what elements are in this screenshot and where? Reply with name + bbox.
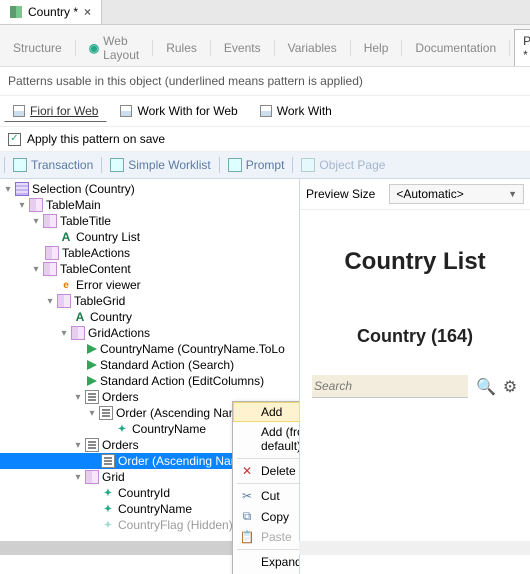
attribute-icon: ✦: [101, 518, 115, 532]
tree-tabletitle[interactable]: ▾TableTitle: [0, 213, 299, 229]
close-icon[interactable]: ×: [84, 5, 91, 19]
toolbar-prompt[interactable]: Prompt: [222, 155, 291, 175]
flag-icon: [87, 376, 97, 386]
text-icon: A: [73, 310, 87, 324]
menu-add-from-default[interactable]: Add (from default)▶: [233, 422, 300, 456]
apply-pattern-label: Apply this pattern on save: [27, 132, 165, 146]
collapse-icon[interactable]: ▾: [16, 200, 28, 211]
tab-variables[interactable]: Variables: [279, 29, 346, 66]
table-icon: [71, 326, 85, 340]
menu-paste: 📋PasteCTRL+V: [233, 527, 300, 547]
pattern-work-with[interactable]: Work With: [251, 100, 341, 122]
collapse-icon[interactable]: ▾: [72, 472, 84, 483]
table-icon: [45, 246, 59, 260]
patterns-description: Patterns usable in this object (underlin…: [0, 67, 530, 96]
menu-expand-all[interactable]: Expand All: [233, 552, 300, 572]
pattern-icon: [13, 105, 25, 117]
table-icon: [57, 294, 71, 308]
menu-copy[interactable]: ⧉CopyCTRL+C: [233, 506, 300, 527]
text-icon: A: [59, 230, 73, 244]
grid-icon: [85, 470, 99, 484]
tree-standard-action-search[interactable]: Standard Action (Search): [0, 357, 299, 373]
worklist-icon: [110, 158, 124, 172]
file-tab-label: Country *: [28, 5, 78, 19]
selection-icon: [15, 182, 29, 196]
tab-web-layout[interactable]: ◉Web Layout: [80, 29, 149, 66]
collapse-icon[interactable]: ▾: [72, 440, 84, 451]
toolbar-simple-worklist[interactable]: Simple Worklist: [104, 155, 216, 175]
preview-size-dropdown[interactable]: <Automatic> ▼: [389, 184, 524, 204]
tree-standard-action-editcolumns[interactable]: Standard Action (EditColumns): [0, 373, 299, 389]
delete-icon: ✕: [239, 464, 255, 478]
flag-icon: [87, 344, 97, 354]
pattern-fiori-for-web[interactable]: Fiori for Web: [4, 100, 107, 122]
apply-pattern-checkbox[interactable]: ✓: [8, 133, 21, 146]
paste-icon: 📋: [239, 530, 255, 544]
preview-title: Country List: [308, 248, 522, 276]
toolbar-transaction[interactable]: Transaction: [7, 155, 99, 175]
preview-size-label: Preview Size: [306, 187, 375, 201]
search-icon[interactable]: 🔍: [476, 377, 494, 397]
pattern-icon: [260, 105, 272, 117]
search-input[interactable]: Search: [312, 375, 468, 398]
tab-documentation[interactable]: Documentation: [406, 29, 505, 66]
collapse-icon[interactable]: ▾: [44, 296, 56, 307]
orders-icon: [85, 390, 99, 404]
tree-tablemain[interactable]: ▾TableMain: [0, 197, 299, 213]
transaction-icon: [10, 6, 22, 18]
transaction-icon: [13, 158, 27, 172]
pattern-work-with-for-web[interactable]: Work With for Web: [111, 100, 246, 122]
tab-structure[interactable]: Structure: [4, 29, 71, 66]
collapse-icon[interactable]: ▾: [30, 216, 42, 227]
table-icon: [29, 198, 43, 212]
pattern-icon: [120, 105, 132, 117]
collapse-icon[interactable]: ▾: [2, 184, 14, 195]
table-icon: [43, 214, 57, 228]
context-menu: Add▶ Add (from default)▶ ✕DeleteSUPR ✂Cu…: [232, 401, 300, 574]
chevron-down-icon: ▼: [508, 189, 517, 199]
tree-countryname-tolo[interactable]: CountryName (CountryName.ToLo: [0, 341, 299, 357]
tab-events[interactable]: Events: [215, 29, 270, 66]
order-icon: [101, 454, 115, 468]
globe-icon: ◉: [89, 41, 99, 55]
prompt-icon: [228, 158, 242, 172]
menu-add[interactable]: Add▶: [233, 402, 300, 422]
cut-icon: ✂: [239, 489, 255, 503]
objectpage-icon: [301, 158, 315, 172]
order-icon: [99, 406, 113, 420]
attribute-icon: ✦: [115, 422, 129, 436]
attribute-icon: ✦: [101, 502, 115, 516]
tree-gridactions[interactable]: ▾GridActions: [0, 325, 299, 341]
tree-error-viewer[interactable]: eError viewer: [0, 277, 299, 293]
tree-tableactions[interactable]: TableActions: [0, 245, 299, 261]
table-icon: [43, 262, 57, 276]
tab-patterns[interactable]: Patterns *: [514, 29, 530, 66]
orders-icon: [85, 438, 99, 452]
copy-icon: ⧉: [239, 509, 255, 524]
menu-delete[interactable]: ✕DeleteSUPR: [233, 461, 300, 481]
toolbar-object-page[interactable]: Object Page: [295, 155, 391, 175]
attribute-icon: ✦: [101, 486, 115, 500]
tab-rules[interactable]: Rules: [157, 29, 206, 66]
error-icon: e: [59, 278, 73, 292]
tree-tablegrid[interactable]: ▾TableGrid: [0, 293, 299, 309]
collapse-icon[interactable]: ▾: [58, 328, 70, 339]
file-tab-country[interactable]: Country * ×: [0, 0, 102, 24]
gear-icon[interactable]: ⚙: [502, 377, 518, 397]
collapse-icon[interactable]: ▾: [86, 408, 98, 419]
tree-country-attr[interactable]: ACountry: [0, 309, 299, 325]
menu-cut[interactable]: ✂CutCTRL+X: [233, 486, 300, 506]
collapse-icon[interactable]: ▾: [72, 392, 84, 403]
tree-tablecontent[interactable]: ▾TableContent: [0, 261, 299, 277]
flag-icon: [87, 360, 97, 370]
tree-root[interactable]: ▾Selection (Country): [0, 181, 299, 197]
tab-help[interactable]: Help: [355, 29, 398, 66]
tree-country-list[interactable]: ACountry List: [0, 229, 299, 245]
collapse-icon[interactable]: ▾: [30, 264, 42, 275]
preview-subtitle: Country (164): [308, 326, 522, 347]
